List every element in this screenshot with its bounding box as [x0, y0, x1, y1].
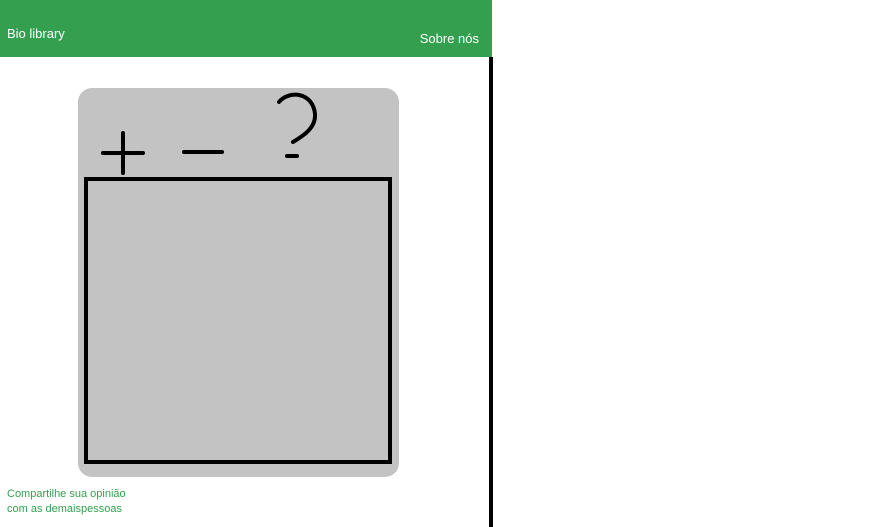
about-link[interactable]: Sobre nós — [420, 31, 479, 46]
canvas-area[interactable] — [84, 177, 392, 464]
share-opinion-line-2: com as demaispessoas — [7, 503, 122, 515]
vertical-divider — [489, 57, 493, 527]
question-mark-icon — [277, 92, 318, 158]
top-bar: Bio library Sobre nós — [0, 0, 492, 57]
zoom-in-button[interactable] — [100, 130, 146, 176]
minus-icon — [182, 150, 224, 154]
page: Bio library Sobre nós Compartilhe sua op… — [0, 0, 884, 527]
brand-title: Bio library — [7, 26, 65, 41]
share-opinion-text: Compartilhe sua opinião com as demaispes… — [7, 487, 126, 517]
drawing-widget — [78, 88, 399, 477]
zoom-out-button[interactable] — [180, 142, 226, 162]
share-opinion-line-1: Compartilhe sua opinião — [7, 488, 126, 500]
help-button[interactable] — [273, 90, 323, 164]
plus-icon — [101, 131, 145, 175]
